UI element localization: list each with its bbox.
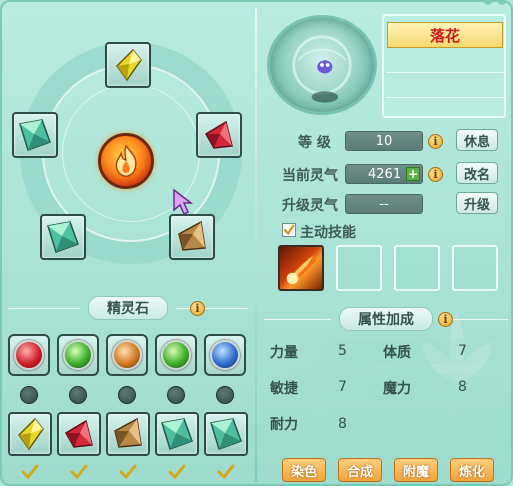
spirit-name[interactable]: 落花	[387, 22, 503, 48]
red-gem-icon	[64, 419, 93, 448]
constitution-value: 7	[458, 343, 467, 359]
teal-gem-icon	[161, 418, 193, 450]
stone-gem-slot-2[interactable]	[57, 412, 101, 456]
skill-slot-2[interactable]	[336, 245, 382, 291]
stone-gem-slot-4[interactable]	[155, 412, 199, 456]
wheel-gem-slot-left[interactable]	[12, 112, 58, 158]
constitution-label: 体质	[383, 345, 411, 361]
orb-slot-5[interactable]	[204, 334, 246, 376]
refine-button[interactable]: 炼化	[450, 458, 494, 482]
socket-indicator	[167, 386, 185, 404]
stone-gem-slot-5[interactable]	[204, 412, 248, 456]
spirit-info-icon[interactable]: i	[428, 167, 443, 182]
title-line	[264, 318, 331, 320]
red-gem-icon	[204, 120, 233, 149]
checkmark-icon[interactable]	[70, 464, 88, 480]
wheel-gem-slot-bottom-right[interactable]	[169, 214, 215, 260]
checkmark-icon	[283, 224, 295, 236]
yellow-gem-icon	[116, 48, 142, 82]
upgrade-energy-label: 升级灵气	[282, 198, 338, 214]
flame-emblem-icon[interactable]	[98, 133, 154, 189]
fireball-skill-icon	[286, 255, 317, 285]
upgrade-button[interactable]: 升级	[456, 192, 498, 214]
teal-gem-icon	[47, 221, 79, 253]
combine-button[interactable]: 合成	[338, 458, 382, 482]
yellow-gem-icon	[18, 417, 44, 451]
title-line	[8, 307, 80, 309]
brown-gem-icon	[114, 417, 142, 448]
stone-gem-slot-3[interactable]	[106, 412, 150, 456]
strength-value: 5	[338, 343, 347, 359]
level-value: 10	[345, 131, 423, 151]
wheel-gem-slot-right[interactable]	[196, 112, 242, 158]
spirit-panel: 精灵石 i 落花 等 级 10 i 休息 当前灵气 4261 + i 改名 升级…	[0, 0, 513, 486]
agility-label: 敏捷	[270, 381, 298, 397]
rename-button[interactable]: 改名	[456, 162, 498, 184]
agility-value: 7	[338, 379, 347, 395]
green-orb-icon	[161, 340, 191, 370]
spirit-stone-info-icon[interactable]: i	[190, 301, 205, 316]
name-box-line	[386, 72, 504, 73]
level-info-icon[interactable]: i	[428, 134, 443, 149]
active-skill-label: 主动技能	[300, 225, 356, 241]
endurance-value: 8	[338, 416, 347, 432]
orange-orb-icon	[112, 340, 142, 370]
socket-indicator	[118, 386, 136, 404]
checkmark-icon[interactable]	[168, 464, 186, 480]
wheel-gem-slot-top[interactable]	[105, 42, 151, 88]
orb-slot-2[interactable]	[57, 334, 99, 376]
wheel-gem-slot-bottom-left[interactable]	[40, 214, 86, 260]
dye-button[interactable]: 染色	[282, 458, 326, 482]
enchant-button[interactable]: 附魔	[394, 458, 438, 482]
pointer-cursor-icon	[173, 188, 194, 216]
teal-gem-icon	[19, 119, 51, 151]
panel-divider	[255, 8, 257, 482]
spirit-portrait	[267, 15, 377, 115]
stat-row	[268, 410, 506, 436]
skill-slot-4[interactable]	[452, 245, 498, 291]
socket-indicator	[216, 386, 234, 404]
orb-slot-3[interactable]	[106, 334, 148, 376]
spirit-energy-value: 4261	[368, 166, 402, 182]
level-label: 等 级	[298, 135, 331, 151]
strength-label: 力量	[270, 345, 298, 361]
spirit-stone-title-bar: 精灵石	[8, 296, 248, 320]
endurance-label: 耐力	[270, 417, 298, 433]
corner-ornament-icon	[483, 2, 507, 5]
magic-value: 8	[458, 379, 467, 395]
orb-slot-1[interactable]	[8, 334, 50, 376]
socket-indicator	[69, 386, 87, 404]
green-orb-icon	[63, 340, 93, 370]
checkmark-icon[interactable]	[217, 464, 235, 480]
magic-label: 魔力	[383, 381, 411, 397]
checkmark-icon[interactable]	[21, 464, 39, 480]
spirit-stone-title: 精灵石	[88, 296, 168, 320]
orb-slot-4[interactable]	[155, 334, 197, 376]
rest-button[interactable]: 休息	[456, 129, 498, 151]
skill-slot-3[interactable]	[394, 245, 440, 291]
skill-slot-1[interactable]	[278, 245, 324, 291]
brown-gem-icon	[178, 220, 206, 251]
stone-gem-slot-1[interactable]	[8, 412, 52, 456]
add-spirit-button[interactable]: +	[406, 167, 420, 181]
active-skill-checkbox[interactable]	[282, 223, 296, 237]
name-box-line	[386, 97, 504, 98]
checkmark-icon[interactable]	[119, 464, 137, 480]
teal-gem-icon	[210, 418, 242, 450]
blue-orb-icon	[210, 340, 240, 370]
title-line	[176, 307, 248, 309]
red-orb-icon	[14, 340, 44, 370]
socket-indicator	[20, 386, 38, 404]
spirit-creature-icon	[292, 35, 352, 103]
upgrade-energy-value: --	[345, 194, 423, 214]
spirit-energy-label: 当前灵气	[282, 168, 338, 184]
